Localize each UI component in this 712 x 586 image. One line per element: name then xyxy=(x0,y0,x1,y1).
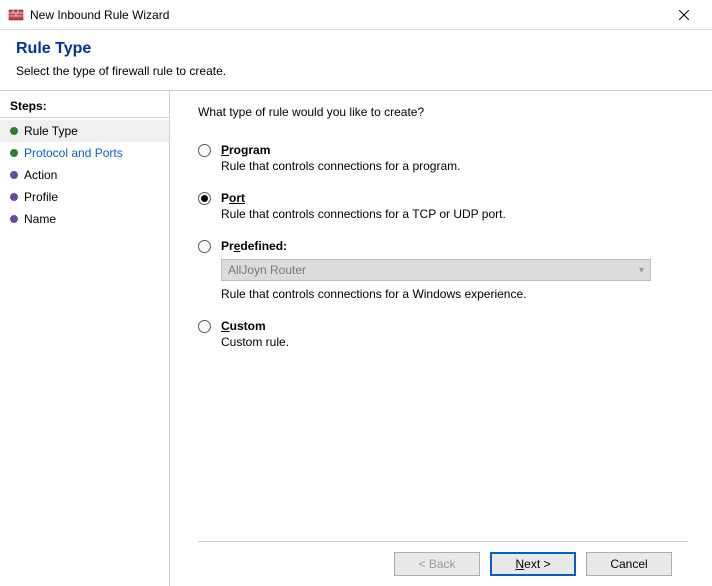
step-bullet-icon xyxy=(10,149,18,157)
step-rule-type[interactable]: Rule Type xyxy=(0,120,169,142)
wizard-header: Rule Type Select the type of firewall ru… xyxy=(0,30,712,90)
option-port-label: Port xyxy=(221,191,506,205)
wizard-footer: < Back Next > Cancel xyxy=(198,541,688,586)
predefined-dropdown[interactable]: AllJoyn Router ▾ xyxy=(221,259,651,281)
close-icon xyxy=(679,10,689,20)
step-profile[interactable]: Profile xyxy=(0,186,169,208)
step-name[interactable]: Name xyxy=(0,208,169,230)
radio-custom[interactable] xyxy=(198,320,211,333)
firewall-icon xyxy=(8,7,24,23)
next-button[interactable]: Next > xyxy=(490,552,576,576)
option-predefined-desc: Rule that controls connections for a Win… xyxy=(221,287,651,301)
step-label: Profile xyxy=(24,190,58,204)
step-protocol-and-ports[interactable]: Protocol and Ports xyxy=(0,142,169,164)
steps-sidebar: Steps: Rule Type Protocol and Ports Acti… xyxy=(0,91,170,586)
step-bullet-icon xyxy=(10,127,18,135)
radio-port[interactable] xyxy=(198,192,211,205)
step-bullet-icon xyxy=(10,171,18,179)
option-custom-label: Custom xyxy=(221,319,289,333)
option-program-desc: Rule that controls connections for a pro… xyxy=(221,159,460,173)
step-action[interactable]: Action xyxy=(0,164,169,186)
window-title: New Inbound Rule Wizard xyxy=(30,8,664,22)
wizard-content: What type of rule would you like to crea… xyxy=(170,91,712,586)
close-button[interactable] xyxy=(664,1,704,29)
page-title: Rule Type xyxy=(16,40,696,58)
titlebar: New Inbound Rule Wizard xyxy=(0,0,712,30)
option-program-label: Program xyxy=(221,143,460,157)
chevron-down-icon: ▾ xyxy=(639,265,644,276)
steps-header: Steps: xyxy=(0,95,169,118)
step-bullet-icon xyxy=(10,215,18,223)
step-label: Action xyxy=(24,168,57,182)
option-port: Port Rule that controls connections for … xyxy=(198,191,688,221)
dropdown-value: AllJoyn Router xyxy=(228,263,306,277)
step-label: Rule Type xyxy=(24,124,78,138)
step-label: Protocol and Ports xyxy=(24,146,123,160)
option-custom-desc: Custom rule. xyxy=(221,335,289,349)
option-program: Program Rule that controls connections f… xyxy=(198,143,688,173)
back-button: < Back xyxy=(394,552,480,576)
cancel-button[interactable]: Cancel xyxy=(586,552,672,576)
step-label: Name xyxy=(24,212,56,226)
option-port-desc: Rule that controls connections for a TCP… xyxy=(221,207,506,221)
option-predefined-label: Predefined: xyxy=(221,239,651,253)
option-predefined: Predefined: AllJoyn Router ▾ Rule that c… xyxy=(198,239,688,301)
step-bullet-icon xyxy=(10,193,18,201)
option-custom: Custom Custom rule. xyxy=(198,319,688,349)
radio-predefined[interactable] xyxy=(198,240,211,253)
content-prompt: What type of rule would you like to crea… xyxy=(198,105,688,119)
radio-program[interactable] xyxy=(198,144,211,157)
page-subtitle: Select the type of firewall rule to crea… xyxy=(16,64,696,78)
